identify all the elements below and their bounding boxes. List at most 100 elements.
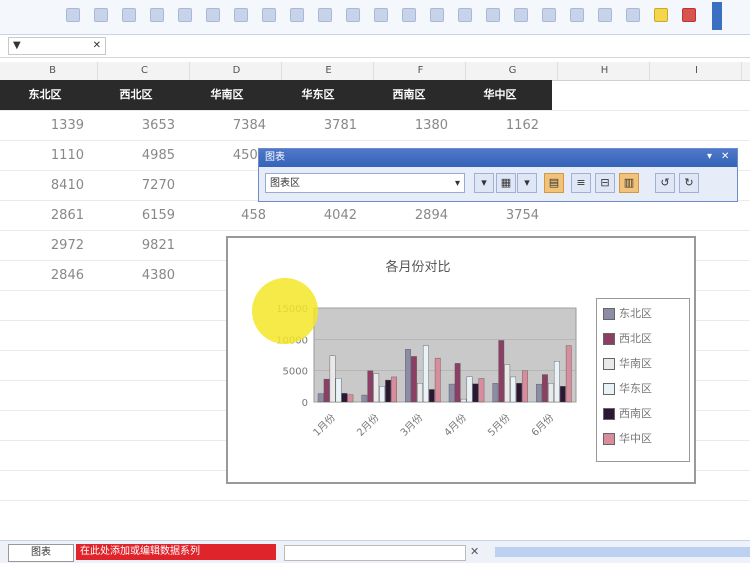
y-tick-label[interactable]: 5000 [283, 367, 308, 378]
x-tick-label[interactable]: 4月份 [442, 412, 469, 439]
toolbar-button-icon[interactable] [206, 8, 220, 22]
table-cell[interactable]: 1110 [4, 148, 84, 163]
bar[interactable] [329, 355, 336, 403]
chart-type-icon[interactable]: ▤ [544, 173, 564, 193]
table-cell[interactable]: 3781 [277, 118, 357, 133]
legend-entry[interactable]: 华中区 [603, 430, 687, 448]
close-icon[interactable]: ✕ [93, 38, 101, 54]
close-icon[interactable]: ✕ [721, 151, 733, 163]
toolbar-button-icon[interactable] [262, 8, 276, 22]
bar[interactable] [460, 398, 467, 403]
chart-object-select[interactable]: 图表区 ▾ [265, 173, 465, 193]
chart-toolbar-title[interactable]: 图表 ▾ ✕ [259, 149, 737, 167]
x-tick-label[interactable]: 1月份 [311, 412, 338, 439]
table-cell[interactable]: 458 [186, 208, 266, 223]
column-header[interactable]: E [284, 62, 374, 80]
bar[interactable] [361, 394, 368, 403]
bar[interactable] [542, 374, 548, 403]
chart-area[interactable]: 各月份对比 0500010000150001月份2月份3月份4月份5月份6月份 … [226, 236, 696, 484]
bar[interactable] [498, 340, 505, 403]
bar[interactable] [466, 376, 473, 403]
column-header[interactable]: B [8, 62, 98, 80]
legend-entry[interactable]: 东北区 [603, 305, 687, 323]
table-cell[interactable]: 6159 [95, 208, 175, 223]
bar[interactable] [510, 376, 517, 403]
bar[interactable] [504, 364, 511, 403]
table-cell[interactable]: 3754 [459, 208, 539, 223]
table-cell[interactable]: 4985 [95, 148, 175, 163]
horizontal-scrollbar[interactable] [284, 545, 466, 561]
table-icon[interactable]: ⊟ [595, 173, 615, 193]
bar[interactable] [548, 382, 554, 403]
toolbar-button-icon[interactable] [318, 8, 332, 22]
dropdown-icon[interactable]: ▼ [13, 38, 21, 54]
close-icon[interactable]: ✕ [470, 545, 479, 558]
column-header[interactable]: D [192, 62, 282, 80]
bar[interactable] [422, 345, 429, 403]
name-box[interactable]: ▼ ✕ [8, 37, 106, 55]
column-header[interactable]: G [468, 62, 558, 80]
toolbar-button-icon[interactable] [514, 8, 528, 22]
bar[interactable] [492, 383, 499, 403]
toolbar-button-icon[interactable] [570, 8, 584, 22]
bar[interactable] [553, 361, 560, 403]
table-header-cell[interactable]: 华中区 [455, 80, 545, 110]
bar[interactable] [385, 379, 391, 403]
table-cell[interactable]: 7270 [95, 178, 175, 193]
series-icon[interactable]: ▥ [619, 173, 639, 193]
legend-icon[interactable]: ≡ [571, 173, 591, 193]
table-cell[interactable]: 1380 [368, 118, 448, 133]
bar[interactable] [559, 386, 566, 403]
bar[interactable] [347, 394, 354, 403]
x-tick-label[interactable]: 6月份 [529, 412, 556, 439]
toolbar-button-icon[interactable] [430, 8, 444, 22]
bar[interactable] [367, 370, 374, 403]
bar[interactable] [522, 370, 528, 403]
chevron-down-icon[interactable]: ▾ [474, 173, 494, 193]
column-header[interactable]: H [560, 62, 650, 80]
toolbar-button-icon[interactable] [150, 8, 164, 22]
toolbar-button-icon[interactable] [402, 8, 416, 22]
toolbar-button-icon[interactable] [682, 8, 696, 22]
bar[interactable] [391, 376, 397, 403]
bar[interactable] [323, 378, 330, 403]
bar[interactable] [536, 383, 542, 403]
x-tick-label[interactable]: 2月份 [354, 412, 381, 439]
x-tick-label[interactable]: 3月份 [398, 412, 425, 439]
table-header-cell[interactable]: 华南区 [182, 80, 272, 110]
toolbar-button-icon[interactable] [234, 8, 248, 22]
toolbar-button-icon[interactable] [542, 8, 556, 22]
column-header[interactable]: I [652, 62, 742, 80]
column-header[interactable]: F [376, 62, 466, 80]
bar[interactable] [472, 383, 479, 403]
table-cell[interactable]: 1339 [4, 118, 84, 133]
legend-entry[interactable]: 华南区 [603, 355, 687, 373]
bar[interactable] [411, 356, 417, 403]
toolbar-button-icon[interactable] [654, 8, 668, 22]
table-cell[interactable]: 3653 [95, 118, 175, 133]
table-cell[interactable]: 7384 [186, 118, 266, 133]
table-cell[interactable]: 1162 [459, 118, 539, 133]
toolbar-button-icon[interactable] [346, 8, 360, 22]
bar[interactable] [434, 357, 441, 403]
y-tick-label[interactable]: 0 [302, 398, 308, 409]
rotate-right-icon[interactable]: ↻ [679, 173, 699, 193]
bar[interactable] [373, 373, 380, 403]
toolbar-button-icon[interactable] [626, 8, 640, 22]
table-cell[interactable]: 2972 [4, 238, 84, 253]
legend-entry[interactable]: 西北区 [603, 330, 687, 348]
bar[interactable] [379, 386, 386, 403]
chevron-down-icon[interactable]: ▾ [707, 151, 719, 163]
bar[interactable] [454, 363, 461, 403]
toolbar-button-icon[interactable] [94, 8, 108, 22]
toolbar-button-icon[interactable] [122, 8, 136, 22]
bar[interactable] [341, 393, 348, 403]
bar[interactable] [565, 345, 572, 403]
table-header-cell[interactable]: 西南区 [364, 80, 454, 110]
table-cell[interactable]: 4042 [277, 208, 357, 223]
chevron-down-icon[interactable]: ▾ [455, 174, 460, 194]
table-cell[interactable]: 2846 [4, 268, 84, 283]
toolbar-button-icon[interactable] [486, 8, 500, 22]
bar[interactable] [317, 393, 324, 403]
plot-area[interactable]: 0500010000150001月份2月份3月份4月份5月份6月份 [228, 238, 598, 486]
